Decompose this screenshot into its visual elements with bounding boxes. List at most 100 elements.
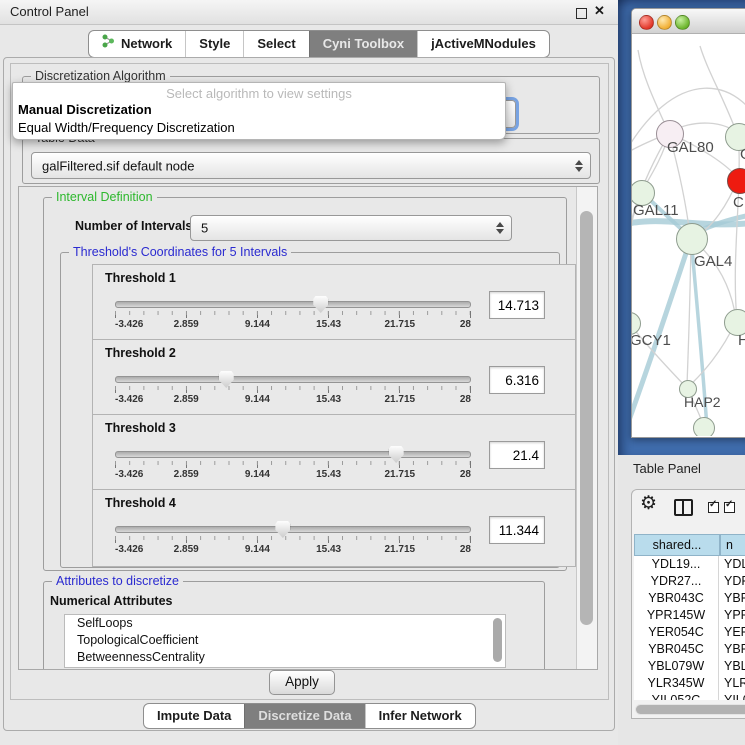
threshold-1-value-field[interactable] bbox=[489, 291, 545, 319]
algorithm-option-equal-width[interactable]: Equal Width/Frequency Discretization bbox=[13, 119, 505, 137]
tab-network-label: Network bbox=[121, 31, 172, 57]
table-row[interactable]: YBR045C YBR0 bbox=[634, 641, 745, 658]
table-horizontal-scrollbar[interactable] bbox=[635, 704, 745, 715]
cell-shared-name[interactable]: YBL079W bbox=[634, 658, 719, 675]
tick-label: 15.43 bbox=[316, 394, 341, 405]
apply-button[interactable]: Apply bbox=[269, 670, 335, 695]
slider-track[interactable] bbox=[115, 451, 471, 458]
network-icon bbox=[102, 31, 115, 57]
columns-icon[interactable] bbox=[674, 499, 693, 516]
column-header-name[interactable]: n bbox=[720, 534, 745, 556]
threshold-4-slider[interactable]: -3.426 2.859 9.144 15.43 21.715 28 bbox=[115, 526, 471, 556]
settings-scrollbar[interactable] bbox=[576, 187, 598, 669]
cell-shared-name[interactable]: YBR043C bbox=[634, 590, 719, 607]
tick-label: 21.715 bbox=[385, 394, 416, 405]
network-node[interactable] bbox=[693, 417, 715, 436]
slider-track[interactable] bbox=[115, 301, 471, 308]
node-label-partial: C bbox=[733, 194, 744, 211]
settings-scroll-area: Interval Definition Number of Intervals … bbox=[18, 186, 598, 670]
threshold-1-slider[interactable]: -3.426 2.859 9.144 15.43 21.715 28 bbox=[115, 301, 471, 331]
table-horizontal-scrollbar-thumb[interactable] bbox=[636, 705, 745, 714]
tick-label: 21.715 bbox=[385, 544, 416, 555]
table-row[interactable]: YPR145W YPR1 bbox=[634, 607, 745, 624]
cell-shared-name[interactable]: YLR345W bbox=[634, 675, 719, 692]
cell-name[interactable]: YER0 bbox=[719, 624, 745, 641]
tab-select[interactable]: Select bbox=[243, 31, 308, 57]
threshold-2-slider[interactable]: -3.426 2.859 9.144 15.43 21.715 28 bbox=[115, 376, 471, 406]
node-label-gcy1: GCY1 bbox=[632, 332, 671, 349]
algorithm-popup-hint: Select algorithm to view settings bbox=[13, 83, 505, 101]
threshold-2-value-field[interactable] bbox=[489, 366, 545, 394]
tick-label: 28 bbox=[460, 394, 471, 405]
table-row[interactable]: YLR345W YLR3 bbox=[634, 675, 745, 692]
tab-network[interactable]: Network bbox=[89, 31, 185, 57]
tab-style[interactable]: Style bbox=[185, 31, 243, 57]
cell-shared-name[interactable]: YPR145W bbox=[634, 607, 719, 624]
column-header-shared-name[interactable]: shared... bbox=[634, 534, 720, 556]
slider-ticks bbox=[115, 386, 471, 393]
list-item[interactable]: BetweennessCentrality bbox=[65, 649, 505, 666]
tick-label: 21.715 bbox=[385, 319, 416, 330]
cell-shared-name[interactable]: YDL19... bbox=[634, 556, 719, 573]
slider-track[interactable] bbox=[115, 526, 471, 533]
minimize-traffic-light[interactable] bbox=[657, 15, 672, 30]
cell-shared-name[interactable]: YDR27... bbox=[634, 573, 719, 590]
combo-stepper-icon bbox=[496, 222, 504, 234]
table-data-group: Table Data galFiltered.sif default node bbox=[22, 138, 600, 184]
checkbox-icon[interactable] bbox=[724, 502, 735, 513]
attributes-group: Attributes to discretize Numerical Attri… bbox=[43, 581, 545, 670]
settings-scrollbar-thumb[interactable] bbox=[580, 211, 593, 625]
tab-discretize-data[interactable]: Discretize Data bbox=[244, 704, 364, 728]
tab-jactivemnodules[interactable]: jActiveMNodules bbox=[417, 31, 549, 57]
cell-name[interactable]: YBL0 bbox=[719, 658, 745, 675]
threshold-4-value-field[interactable] bbox=[489, 516, 545, 544]
cell-shared-name[interactable]: YIL052C bbox=[634, 692, 719, 700]
gear-icon[interactable]: ⚙ bbox=[640, 492, 657, 515]
threshold-3-slider[interactable]: -3.426 2.859 9.144 15.43 21.715 28 bbox=[115, 451, 471, 481]
threshold-2-panel: Threshold 2 -3.426 2.859 9.144 15.43 21.… bbox=[92, 339, 576, 416]
checkbox-icon[interactable] bbox=[708, 502, 719, 513]
float-window-icon[interactable] bbox=[576, 8, 587, 19]
table-row[interactable]: YBR043C YBR0 bbox=[634, 590, 745, 607]
list-scrollbar-thumb[interactable] bbox=[493, 618, 502, 662]
list-item[interactable]: TopologicalCoefficient bbox=[65, 632, 505, 649]
list-item[interactable]: SelfLoops bbox=[65, 615, 505, 632]
tab-cyni-toolbox-label: Cyni Toolbox bbox=[323, 31, 404, 57]
threshold-3-value-field[interactable] bbox=[489, 441, 545, 469]
slider-track[interactable] bbox=[115, 376, 471, 383]
tick-label: -3.426 bbox=[115, 319, 143, 330]
cell-name[interactable]: YPR1 bbox=[719, 607, 745, 624]
table-row[interactable]: YIL052C YIL0 bbox=[634, 692, 745, 700]
zoom-traffic-light[interactable] bbox=[675, 15, 690, 30]
cell-shared-name[interactable]: YER054C bbox=[634, 624, 719, 641]
cell-name[interactable]: YLR3 bbox=[719, 675, 745, 692]
network-node-gal4[interactable] bbox=[676, 223, 708, 255]
cell-name[interactable]: YDR2 bbox=[719, 573, 745, 590]
node-label-hap2: HAP2 bbox=[684, 394, 721, 410]
table-row[interactable]: YBL079W YBL0 bbox=[634, 658, 745, 675]
network-canvas[interactable]: GAL80 G C GAL11 GAL4 GCY1 H HAP2 bbox=[632, 34, 745, 436]
tick-label: 2.859 bbox=[174, 544, 199, 555]
close-traffic-light[interactable] bbox=[639, 15, 654, 30]
cell-name[interactable]: YBR0 bbox=[719, 590, 745, 607]
tab-infer-network[interactable]: Infer Network bbox=[365, 704, 475, 728]
tab-cyni-toolbox[interactable]: Cyni Toolbox bbox=[309, 31, 417, 57]
threshold-3-panel: Threshold 3 -3.426 2.859 9.144 15.43 21.… bbox=[92, 414, 576, 491]
cell-name[interactable]: YIL0 bbox=[719, 692, 745, 700]
slider-tick-labels: -3.426 2.859 9.144 15.43 21.715 28 bbox=[115, 319, 471, 331]
tab-impute-data[interactable]: Impute Data bbox=[144, 704, 244, 728]
node-table: shared... n YDL19... YDL1 YDR27... YDR2 … bbox=[634, 534, 745, 700]
tick-label: 28 bbox=[460, 544, 471, 555]
table-row[interactable]: YER054C YER0 bbox=[634, 624, 745, 641]
table-data-combobox[interactable]: galFiltered.sif default node bbox=[31, 152, 591, 179]
close-icon[interactable]: ✕ bbox=[594, 3, 614, 19]
cell-name[interactable]: YDL1 bbox=[719, 556, 745, 573]
cell-name[interactable]: YBR0 bbox=[719, 641, 745, 658]
table-row[interactable]: YDR27... YDR2 bbox=[634, 573, 745, 590]
table-row[interactable]: YDL19... YDL1 bbox=[634, 556, 745, 573]
numerical-attributes-label: Numerical Attributes bbox=[50, 594, 172, 608]
cell-shared-name[interactable]: YBR045C bbox=[634, 641, 719, 658]
tick-label: 28 bbox=[460, 319, 471, 330]
number-of-intervals-combobox[interactable]: 5 bbox=[190, 215, 512, 241]
algorithm-option-manual[interactable]: Manual Discretization bbox=[13, 101, 505, 119]
